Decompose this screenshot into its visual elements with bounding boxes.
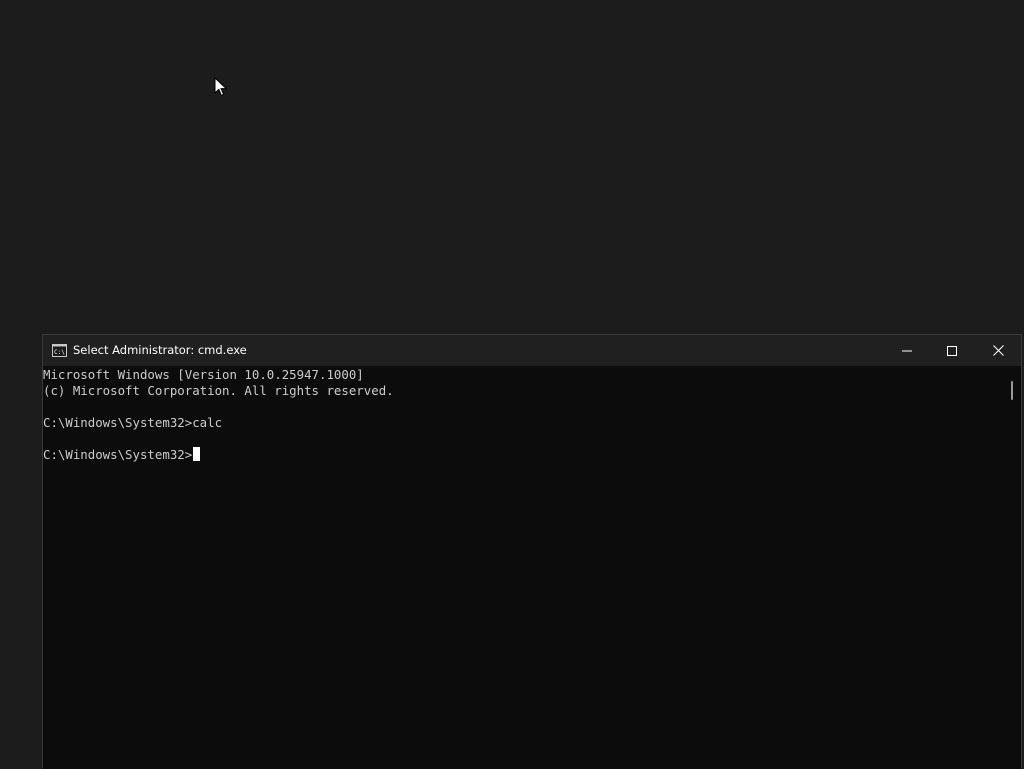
text-caret bbox=[193, 447, 201, 461]
console-line: (c) Microsoft Corporation. All rights re… bbox=[43, 383, 394, 398]
prompt-text: C:\Windows\System32> bbox=[43, 447, 193, 462]
window-title: Select Administrator: cmd.exe bbox=[73, 343, 247, 357]
minimize-icon bbox=[902, 350, 912, 351]
svg-text:C:\: C:\ bbox=[54, 349, 65, 356]
cmd-window[interactable]: C:\ Select Administrator: cmd.exe Micros… bbox=[42, 334, 1022, 769]
minimize-button[interactable] bbox=[884, 335, 930, 366]
close-icon bbox=[992, 345, 1004, 356]
scrollbar-thumb[interactable] bbox=[1011, 381, 1013, 400]
desktop-background: C:\ Select Administrator: cmd.exe Micros… bbox=[0, 0, 1024, 769]
console-line: Microsoft Windows [Version 10.0.25947.10… bbox=[43, 367, 364, 382]
cmd-icon: C:\ bbox=[52, 344, 67, 357]
close-button[interactable] bbox=[975, 335, 1021, 366]
maximize-icon bbox=[947, 345, 957, 356]
maximize-button[interactable] bbox=[929, 335, 975, 366]
console-line: C:\Windows\System32>calc bbox=[43, 415, 223, 430]
prompt-line[interactable]: C:\Windows\System32> bbox=[43, 447, 1007, 463]
vertical-scrollbar[interactable] bbox=[1007, 366, 1021, 769]
title-bar[interactable]: C:\ Select Administrator: cmd.exe bbox=[43, 335, 1021, 366]
mouse-pointer-icon bbox=[214, 77, 228, 97]
console-output[interactable]: Microsoft Windows [Version 10.0.25947.10… bbox=[43, 366, 1007, 769]
